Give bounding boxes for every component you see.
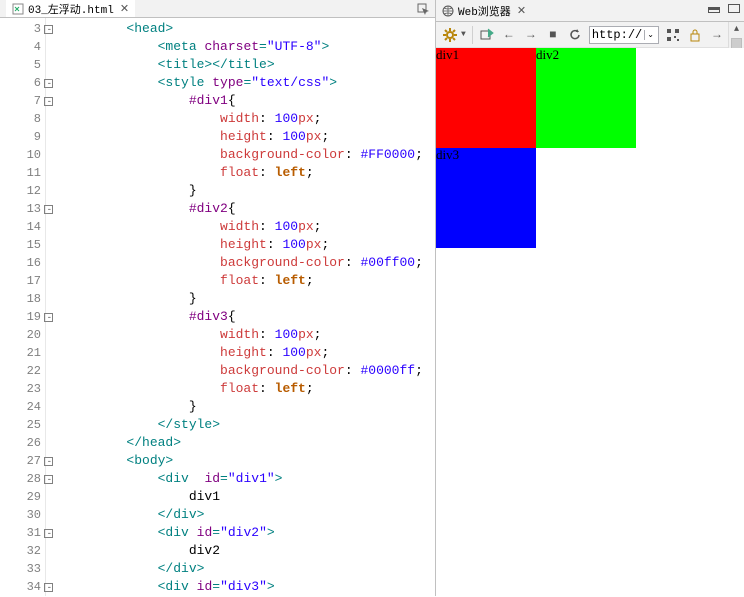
stop-icon[interactable]: ■ xyxy=(545,27,561,43)
editor-tab[interactable]: 03_左浮动.html ✕ xyxy=(6,0,135,17)
maximize-icon[interactable] xyxy=(728,4,740,13)
globe-icon xyxy=(442,5,454,17)
div2-label: div2 xyxy=(536,47,559,62)
ide-root: 03_左浮动.html ✕ 34567891011121314151617181… xyxy=(0,0,744,596)
div1-label: div1 xyxy=(436,47,459,62)
browser-panel: Web浏览器 ✕ ▼ ← → ■ http:// ⌄ xyxy=(436,0,744,596)
browser-toolbar: ▼ ← → ■ http:// ⌄ → xyxy=(436,22,744,48)
forward-icon[interactable]: → xyxy=(523,27,539,43)
code-area[interactable]: <head> <meta charset="UTF-8"> <title></t… xyxy=(46,18,435,596)
browser-viewport: div1 div2 div3 xyxy=(436,48,744,596)
url-select[interactable]: http:// ⌄ xyxy=(589,26,659,44)
qr-icon[interactable] xyxy=(665,27,681,43)
editor-body: 3456789101112131415161718192021222324252… xyxy=(0,18,435,596)
minimize-icon[interactable] xyxy=(708,7,720,13)
inspect-icon[interactable] xyxy=(417,3,431,17)
div3-box: div3 xyxy=(436,148,536,248)
div2-box: div2 xyxy=(536,48,636,148)
div1-box: div1 xyxy=(436,48,536,148)
dropdown-icon[interactable]: ▼ xyxy=(461,30,466,39)
goto-icon[interactable]: → xyxy=(709,27,725,43)
url-scheme: http:// xyxy=(592,28,642,42)
html-file-icon xyxy=(12,3,24,15)
close-tab-icon[interactable]: ✕ xyxy=(120,2,129,16)
browser-tab-bar: Web浏览器 ✕ xyxy=(436,0,744,22)
gear-icon[interactable] xyxy=(442,27,458,43)
scroll-up-icon[interactable]: ▴ xyxy=(729,22,744,38)
go-to-url-icon[interactable] xyxy=(479,27,495,43)
line-gutter[interactable]: 3456789101112131415161718192021222324252… xyxy=(0,18,46,596)
browser-tab[interactable]: Web浏览器 ✕ xyxy=(442,3,526,19)
browser-tab-label: Web浏览器 xyxy=(458,3,511,19)
div3-label: div3 xyxy=(436,147,459,162)
editor-panel: 03_左浮动.html ✕ 34567891011121314151617181… xyxy=(0,0,436,596)
editor-tab-bar: 03_左浮动.html ✕ xyxy=(0,0,435,18)
view-controls xyxy=(708,3,740,13)
back-icon[interactable]: ← xyxy=(501,27,517,43)
close-tab-icon[interactable]: ✕ xyxy=(517,4,526,18)
separator xyxy=(472,26,473,44)
chevron-down-icon[interactable]: ⌄ xyxy=(644,30,656,40)
refresh-icon[interactable] xyxy=(567,27,583,43)
lock-icon[interactable] xyxy=(687,27,703,43)
editor-tab-label: 03_左浮动.html xyxy=(28,1,114,17)
